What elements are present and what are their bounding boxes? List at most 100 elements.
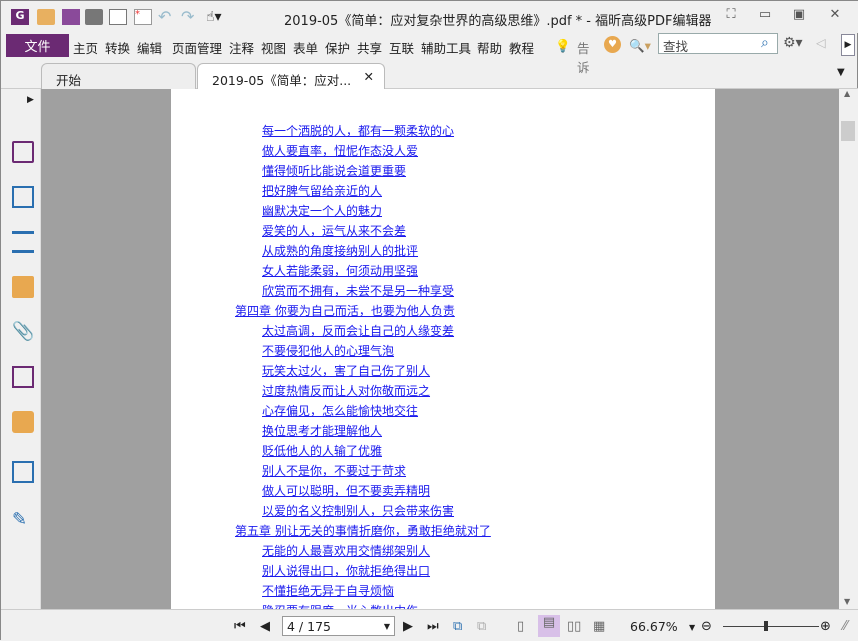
tab-document[interactable]: 2019-05《简单：应对... ✕	[197, 63, 385, 89]
bookmark-section-link[interactable]: 不要侵犯他人的心理气泡	[262, 342, 394, 359]
scroll-down-icon[interactable]: ▼	[844, 597, 850, 606]
bookmark-section-link[interactable]: 欣赏而不拥有，未尝不是另一种享受	[262, 282, 454, 299]
menu-tutorial[interactable]: 教程	[509, 38, 534, 57]
pages-icon[interactable]	[12, 186, 34, 208]
document-viewer[interactable]: 每一个洒脱的人，都有一颗柔软的心 做人要直率，忸怩作态没人爱 懂得倾听比能说会道更重…	[41, 89, 839, 609]
bookmark-section-link[interactable]: 过度热情反而让人对你敬而远之	[262, 382, 430, 399]
search-icon[interactable]: ⌕	[761, 35, 769, 51]
bookmark-section-link[interactable]: 别人说得出口，你就拒绝得出口	[262, 562, 430, 579]
bookmark-section-link[interactable]: 玩笑太过火，害了自己伤了别人	[262, 362, 430, 379]
bookmark-section-link[interactable]: 无能的人最喜欢用交情绑架别人	[262, 542, 430, 559]
next-page-button[interactable]: ▶	[403, 619, 413, 634]
resize-grip-icon[interactable]: ⁄⁄	[843, 619, 847, 634]
bookmark-section-link[interactable]: 女人若能柔弱，何须动用坚强	[262, 262, 418, 279]
comments-icon[interactable]	[12, 276, 34, 298]
bookmark-section-link[interactable]: 做人要直率，忸怩作态没人爱	[262, 142, 418, 159]
maximize-button[interactable]: ▣	[789, 7, 809, 22]
email-icon[interactable]	[109, 9, 127, 25]
bookmark-section-link[interactable]: 不懂拒绝无异于自寻烦恼	[262, 582, 394, 599]
zoom-dropdown-icon[interactable]: ▼	[689, 623, 695, 632]
gear-icon[interactable]: ⚙▾	[783, 35, 803, 51]
app-logo-icon[interactable]: G	[11, 9, 29, 25]
zoom-slider[interactable]	[723, 621, 819, 631]
menu-page-management[interactable]: 页面管理	[172, 38, 222, 57]
heart-icon[interactable]: ♥	[604, 36, 621, 53]
ribbon-expand-button[interactable]: ▶	[841, 34, 855, 56]
zoom-in-button[interactable]: ⊕	[820, 619, 831, 634]
save-icon[interactable]	[62, 9, 80, 25]
expand-panel-icon[interactable]: ▶	[27, 95, 34, 105]
tab-list-dropdown-icon[interactable]: ▼	[837, 67, 845, 78]
vertical-scrollbar[interactable]: ▲ ▼	[839, 89, 858, 609]
certificate-icon[interactable]: ✎	[12, 509, 34, 531]
facing-pages-icon[interactable]: ▯▯	[567, 619, 581, 634]
menu-home[interactable]: 主页	[73, 38, 98, 57]
bookmark-chapter-link[interactable]: 第四章 你要为自己而活，也要为他人负责	[235, 302, 455, 319]
fullscreen-icon[interactable]: ⛶	[721, 7, 741, 22]
attachment-icon[interactable]: 📎	[12, 321, 34, 343]
signature-icon[interactable]	[12, 366, 34, 388]
print-icon[interactable]	[85, 9, 103, 25]
page-number-input[interactable]: 4 / 175 ▼	[282, 616, 395, 636]
next-view-icon[interactable]: ⧉	[477, 619, 486, 634]
zoom-slider-thumb[interactable]	[764, 621, 769, 631]
last-page-button[interactable]: ⏭	[427, 619, 439, 634]
continuous-page-icon[interactable]: ▤	[538, 615, 560, 637]
scroll-up-icon[interactable]: ▲	[844, 89, 850, 98]
single-page-icon[interactable]: ▯	[517, 619, 524, 634]
menu-share[interactable]: 共享	[357, 38, 382, 57]
search-input[interactable]: 查找	[658, 33, 778, 54]
bookmark-section-link[interactable]: 幽默决定一个人的魅力	[262, 202, 382, 219]
lightbulb-icon[interactable]: 💡	[555, 38, 571, 54]
bookmark-section-link[interactable]: 懂得倾听比能说会道更重要	[262, 162, 406, 179]
tab-start[interactable]: 开始	[41, 63, 196, 89]
continuous-facing-icon[interactable]: ▦	[593, 619, 605, 634]
menu-edit[interactable]: 编辑	[137, 38, 162, 57]
minimize-button[interactable]: ▭	[755, 7, 775, 22]
menu-comment[interactable]: 注释	[229, 38, 254, 57]
undo-icon[interactable]: ↶	[158, 9, 176, 25]
bookmark-section-link[interactable]: 把好脾气留给亲近的人	[262, 182, 382, 199]
menu-connect[interactable]: 互联	[389, 38, 414, 57]
lock-icon[interactable]	[12, 411, 34, 433]
zoom-level[interactable]: 66.67%	[630, 619, 678, 634]
menu-help[interactable]: 帮助	[477, 38, 502, 57]
tab-bar: 开始 2019-05《简单：应对... ✕ ▼	[1, 61, 858, 89]
first-page-button[interactable]: ⏮	[234, 619, 246, 634]
menu-protect[interactable]: 保护	[325, 38, 350, 57]
tab-label: 开始	[56, 73, 82, 88]
zoom-out-button[interactable]: ⊖	[701, 619, 712, 634]
bookmark-section-link[interactable]: 从成熟的角度接纳别人的批评	[262, 242, 418, 259]
bookmark-section-link[interactable]: 别人不是你，不要过于苛求	[262, 462, 406, 479]
close-button[interactable]: ✕	[825, 7, 845, 22]
hand-tool-icon[interactable]: ☝▾	[206, 9, 236, 25]
bookmark-section-link[interactable]: 每一个洒脱的人，都有一颗柔软的心	[262, 122, 454, 139]
bookmark-section-link[interactable]: 太过高调，反而会让自己的人缘变差	[262, 322, 454, 339]
open-folder-icon[interactable]	[37, 9, 55, 25]
menu-file[interactable]: 文件	[6, 34, 69, 57]
previous-view-icon[interactable]: ⧉	[453, 619, 462, 634]
page-thumbnails-icon[interactable]	[12, 141, 34, 163]
bookmark-chapter-link[interactable]: 第五章 别让无关的事情折磨你，勇敢拒绝就对了	[235, 522, 491, 539]
bookmark-section-link[interactable]: 换位思考才能理解他人	[262, 422, 382, 439]
folder-search-icon[interactable]: 🔍▾	[629, 38, 651, 54]
scroll-left-icon[interactable]: ◁	[816, 35, 826, 50]
bookmark-section-link[interactable]: 贬低他人的人输了优雅	[262, 442, 382, 459]
layers-icon[interactable]	[12, 231, 34, 253]
bookmark-section-link[interactable]: 爱笑的人，运气从来不会差	[262, 222, 406, 239]
bookmark-section-link[interactable]: 做人可以聪明，但不要卖弄精明	[262, 482, 430, 499]
bookmark-section-link[interactable]: 心存偏见，怎么能愉快地交往	[262, 402, 418, 419]
close-tab-icon[interactable]: ✕	[364, 69, 374, 84]
scrollbar-thumb[interactable]	[841, 121, 855, 141]
form-fields-icon[interactable]	[12, 461, 34, 483]
bookmark-section-link[interactable]: 隐忍要有限度，当心憋出内伤	[262, 602, 418, 609]
navigation-sidebar: ▶ 📎 ✎	[1, 89, 41, 609]
redo-icon[interactable]: ↷	[181, 9, 199, 25]
new-document-icon[interactable]: *	[134, 9, 152, 25]
menu-view[interactable]: 视图	[261, 38, 286, 57]
menu-convert[interactable]: 转换	[105, 38, 130, 57]
bookmark-section-link[interactable]: 以爱的名义控制别人，只会带来伤害	[262, 502, 454, 519]
menu-form[interactable]: 表单	[293, 38, 318, 57]
menu-accessibility[interactable]: 辅助工具	[421, 38, 471, 57]
prev-page-button[interactable]: ◀	[260, 619, 270, 634]
